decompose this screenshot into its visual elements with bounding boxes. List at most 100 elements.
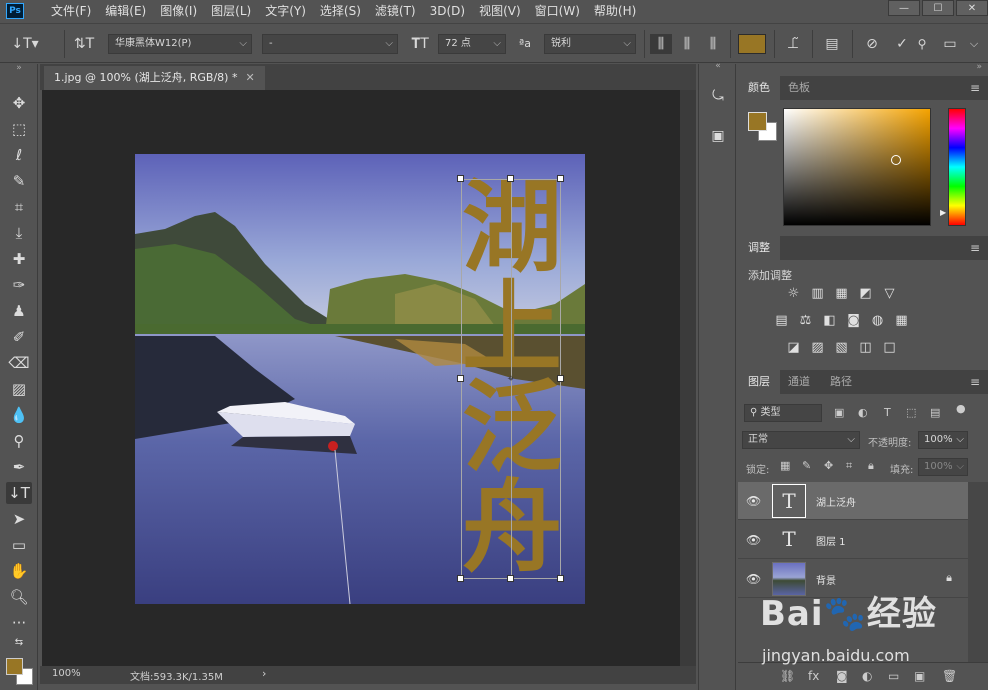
blur-tool-icon[interactable]: 💧 [6,404,32,426]
brightness-contrast-icon[interactable]: ☼ [785,286,802,301]
eye-icon[interactable]: 👁︎ [746,494,761,508]
dodge-tool-icon[interactable]: ⚲ [6,430,32,452]
zoom-readout[interactable]: 100% [52,668,81,679]
transform-handle[interactable] [557,175,564,182]
path-selection-tool-icon[interactable]: ➤ [6,508,32,530]
black-white-icon[interactable]: ◧ [821,313,838,328]
vertical-scrollbar[interactable] [680,90,696,666]
opacity-field[interactable]: 100% ⌵ [918,431,968,449]
color-picker-ring[interactable] [891,155,901,165]
transform-handle[interactable] [557,375,564,382]
photo-filter-icon[interactable]: ◙ [845,313,862,328]
layer-name[interactable]: 背景 [816,572,836,587]
channel-mixer-icon[interactable]: ◍ [869,313,886,328]
menu-file[interactable]: 文件(F) [44,0,98,22]
move-tool-icon[interactable]: ✥ [6,92,32,114]
menu-window[interactable]: 窗口(W) [528,0,587,22]
font-family-dropdown[interactable]: 华康黑体W12(P) ⌵ [108,34,252,54]
character-panel-icon[interactable]: ▤ [820,34,844,54]
healing-brush-tool-icon[interactable]: ✚ [6,248,32,270]
color-spectrum-field[interactable] [783,108,931,226]
tab-layers[interactable]: 图层 [738,370,780,394]
threshold-icon[interactable]: ▧ [833,340,850,355]
lock-artboard-icon[interactable]: ⌗ [846,459,852,473]
transform-handle[interactable] [507,575,514,582]
new-group-icon[interactable]: ▭ [888,669,899,683]
transform-handle[interactable] [457,575,464,582]
toggle-text-orientation-icon[interactable]: ⇅T [72,34,96,54]
rectangle-tool-icon[interactable]: ▭ [6,534,32,556]
swap-colors-icon[interactable]: ⇆ [6,636,32,650]
delete-layer-icon[interactable]: 🗑︎ [942,669,957,683]
status-menu-arrow[interactable]: › [262,667,266,680]
cancel-edit-icon[interactable]: ⊘ [860,34,884,54]
menu-filter[interactable]: 滤镜(T) [368,0,423,22]
collapse-arrows-icon[interactable]: » [6,62,32,74]
lock-image-icon[interactable]: ✎ [802,459,811,472]
antialias-dropdown[interactable]: 锐利 ⌵ [544,34,636,54]
lock-transparent-icon[interactable]: ▦ [780,459,790,472]
menu-edit[interactable]: 编辑(E) [98,0,153,22]
document-tab[interactable]: 1.jpg @ 100% (湖上泛舟, RGB/8) * ✕ [44,66,265,90]
tab-paths[interactable]: 路径 [820,370,862,394]
gradient-tool-icon[interactable]: ▨ [6,378,32,400]
color-panel-foreground[interactable] [748,112,767,131]
panel-menu-icon[interactable]: ≡ [970,241,980,255]
transform-handle[interactable] [557,575,564,582]
link-layers-icon[interactable]: ⛓ [780,669,795,683]
tab-color[interactable]: 颜色 [738,76,780,100]
tab-adjustments[interactable]: 调整 [738,236,780,260]
search-icon[interactable]: ⚲ [912,34,932,54]
hue-saturation-icon[interactable]: ▤ [773,313,790,328]
color-lookup-icon[interactable]: ▦ [893,313,910,328]
properties-panel-icon[interactable]: ▣ [705,124,731,148]
levels-icon[interactable]: ▥ [809,286,826,301]
history-panel-icon[interactable]: ⤿ [705,84,731,108]
blend-mode-dropdown[interactable]: 正常 ⌵ [742,431,860,449]
exposure-icon[interactable]: ◩ [857,286,874,301]
marquee-tool-icon[interactable]: ⬚ [6,118,32,140]
maximize-button[interactable]: ☐ [922,0,954,16]
tab-swatches[interactable]: 色板 [778,76,820,100]
layer-row[interactable]: 👁︎ T 图层 1 [738,521,968,559]
gradient-map-icon[interactable]: ◫ [857,340,874,355]
filter-adjustment-icon[interactable]: ◐ [858,406,868,419]
eye-icon[interactable]: 👁︎ [746,572,761,586]
history-brush-tool-icon[interactable]: ✐ [6,326,32,348]
font-style-dropdown[interactable]: - ⌵ [262,34,398,54]
transform-handle[interactable] [457,175,464,182]
new-layer-icon[interactable]: ▣ [914,669,925,683]
reference-point-icon[interactable]: ⌖ [505,372,517,384]
new-adjustment-layer-icon[interactable]: ◐ [862,669,872,683]
menu-3d[interactable]: 3D(D) [423,0,472,22]
foreground-color-swatch[interactable] [6,658,23,675]
eyedropper-tool-icon[interactable]: ⤓ [6,222,32,244]
lock-all-icon[interactable]: 🔒︎ [868,459,874,473]
panel-menu-icon[interactable]: ≡ [970,81,980,95]
color-balance-icon[interactable]: ⚖ [797,313,814,328]
filter-toggle-icon[interactable]: ● [956,402,966,415]
quick-selection-tool-icon[interactable]: ✎ [6,170,32,192]
tab-channels[interactable]: 通道 [778,370,820,394]
add-mask-icon[interactable]: ◙ [836,669,848,683]
align-center-icon[interactable]: ⫼ [676,34,698,54]
vertical-type-tool-icon[interactable]: ↓T [6,482,32,504]
menu-help[interactable]: 帮助(H) [587,0,643,22]
commit-edit-icon[interactable]: ✓ [890,34,914,54]
chevron-down-icon[interactable]: ⌵ [964,34,984,54]
posterize-icon[interactable]: ▨ [809,340,826,355]
layer-row[interactable]: 👁︎ T 湖上泛舟 [738,482,968,520]
clone-stamp-tool-icon[interactable]: ♟ [6,300,32,322]
text-color-swatch[interactable] [738,34,766,54]
zoom-tool-icon[interactable]: 🔍︎ [6,586,32,608]
menu-select[interactable]: 选择(S) [313,0,368,22]
layer-name[interactable]: 湖上泛舟 [816,494,856,509]
menu-view[interactable]: 视图(V) [472,0,528,22]
layer-row[interactable]: 👁︎ 背景 🔒︎ [738,560,968,598]
layer-name[interactable]: 图层 1 [816,533,846,548]
close-tab-icon[interactable]: ✕ [245,71,254,84]
pen-tool-icon[interactable]: ✒ [6,456,32,478]
layers-scrollbar[interactable] [968,482,988,676]
vibrance-icon[interactable]: ▽ [881,286,898,301]
transform-handle[interactable] [507,175,514,182]
